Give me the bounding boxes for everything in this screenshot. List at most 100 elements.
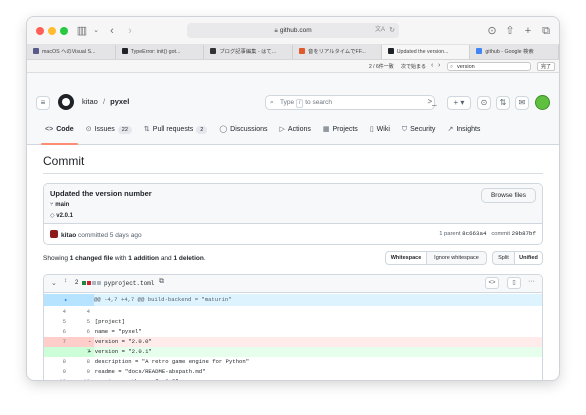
tag-name[interactable]: v2.0.1 xyxy=(56,213,73,219)
tab-discussions[interactable]: ◯ Discussions xyxy=(213,123,273,145)
author-name[interactable]: kitao xyxy=(61,232,76,239)
browser-tab[interactable]: TypeError: init() got... xyxy=(116,45,205,59)
code-view-icon[interactable]: <> xyxy=(485,277,499,289)
tab-actions[interactable]: ▷ Actions xyxy=(274,123,317,145)
summary-additions: 1 addition xyxy=(128,255,159,262)
translate-icon[interactable]: 文A xyxy=(375,23,385,38)
create-new-button[interactable]: + ▾ xyxy=(447,96,471,110)
split-view-button[interactable]: Split xyxy=(492,251,515,265)
old-line-number[interactable]: 8 xyxy=(44,357,66,367)
github-logo-icon[interactable] xyxy=(58,94,74,110)
new-line-number[interactable]: 6 xyxy=(68,327,90,337)
new-line-number[interactable]: 10 xyxy=(68,377,90,380)
summary-period: . xyxy=(203,255,206,262)
tab-security[interactable]: ⛉ Security xyxy=(396,123,442,145)
tab-label: Projects xyxy=(332,126,358,133)
new-line-number[interactable]: 4 xyxy=(68,307,90,317)
new-tab-icon[interactable]: + xyxy=(521,24,535,38)
find-next-icon[interactable]: › xyxy=(438,62,446,70)
line-number-gutter xyxy=(44,294,94,306)
old-line-number[interactable]: 5 xyxy=(44,317,66,327)
tab-label: Insights xyxy=(456,126,481,133)
browser-tab[interactable]: macOS へのVisual S... xyxy=(27,45,116,59)
tab-issues[interactable]: ⊙ Issues 22 xyxy=(80,123,138,145)
old-line-number[interactable]: 7 xyxy=(44,337,66,347)
diffstat-block xyxy=(92,281,96,285)
code-line: requires-python = ">=3.7" xyxy=(88,377,179,380)
chevron-down-icon[interactable]: ⌄ xyxy=(89,24,103,38)
old-line-number[interactable]: 6 xyxy=(44,327,66,337)
more-options-icon[interactable]: ··· xyxy=(528,278,535,285)
pull-requests-icon[interactable]: ⇅ xyxy=(496,96,510,110)
close-window-button[interactable] xyxy=(36,27,44,35)
browser-tab[interactable]: 音をリアルタイムでFF... xyxy=(293,45,382,59)
actions-icon: ▷ xyxy=(279,126,285,133)
browse-files-button[interactable]: Browse files xyxy=(481,188,536,203)
reload-icon[interactable]: ↻ xyxy=(389,23,395,38)
commit-title: Updated the version number xyxy=(50,189,152,198)
whitespace-button[interactable]: Whitespace xyxy=(385,251,427,265)
tag-icon: ◇ xyxy=(50,213,55,219)
diff-context-line: 55 [project] xyxy=(44,317,542,327)
old-line-number[interactable]: 9 xyxy=(44,367,66,377)
tab-overview-icon[interactable]: ⧉ xyxy=(539,24,553,38)
expand-up-icon[interactable]: ▴ xyxy=(64,295,67,305)
tab-label: Wiki xyxy=(376,126,390,133)
avatar[interactable] xyxy=(535,95,550,110)
branch-name[interactable]: main xyxy=(55,202,69,208)
browser-tab[interactable]: ブログ記事編集 - はて... xyxy=(204,45,294,59)
browser-tab[interactable]: github - Google 検索 xyxy=(470,45,559,59)
forward-arrow-icon[interactable]: › xyxy=(123,24,137,38)
code-line: + version = "2.0.1" xyxy=(88,348,152,355)
chevron-down-icon[interactable]: ⌄ xyxy=(51,279,57,287)
copy-icon[interactable]: ⧉ xyxy=(159,278,164,286)
diff-context-line: 99 readme = "docs/README-abspath.md" xyxy=(44,367,542,377)
tab-pull-requests[interactable]: ⇅ Pull requests 2 xyxy=(138,123,213,145)
file-icon[interactable]: ▯ xyxy=(507,277,521,289)
counter-badge: 22 xyxy=(117,126,132,134)
minimize-window-button[interactable] xyxy=(48,27,56,35)
hamburger-menu-icon[interactable]: ≡ xyxy=(36,96,50,110)
new-line-number[interactable]: 5 xyxy=(68,317,90,327)
expand-all-icon[interactable]: ↕ xyxy=(64,278,67,284)
inbox-icon[interactable]: ✉ xyxy=(515,96,529,110)
repo-name-link[interactable]: pyxel xyxy=(110,97,129,106)
tab-insights[interactable]: ↗ Insights xyxy=(441,123,486,145)
repo-owner-link[interactable]: kitao xyxy=(82,97,98,106)
find-option-dropdown[interactable]: 次で始まる xyxy=(401,63,426,70)
issues-icon[interactable]: ⊙ xyxy=(477,96,491,110)
address-bar[interactable]: 🔒︎ github.com 文A ↻ xyxy=(187,23,399,38)
share-icon[interactable]: ⇧ xyxy=(503,24,517,38)
search-input[interactable]: ⌕ Type / to search xyxy=(265,95,435,110)
tab-projects[interactable]: ▦ Projects xyxy=(317,123,364,145)
parent-sha-link[interactable]: 8c663a4 xyxy=(462,230,486,237)
new-line-number[interactable]: 9 xyxy=(68,367,90,377)
commit-box: Updated the version number ⑂ main ◇ v2.0… xyxy=(43,183,543,245)
changes-count: 2 xyxy=(75,280,79,286)
download-icon[interactable]: ⊙ xyxy=(485,24,499,38)
old-line-number[interactable]: 4 xyxy=(44,307,66,317)
diff-summary: Showing 1 changed file with 1 addition a… xyxy=(43,255,206,262)
plus-icon: + xyxy=(453,98,459,107)
diff-added-line: 7 + version = "2.0.1" xyxy=(44,347,542,357)
command-palette-icon[interactable]: >_ xyxy=(425,96,439,110)
tab-code[interactable]: <> Code xyxy=(39,123,80,145)
back-arrow-icon[interactable]: ‹ xyxy=(105,24,119,38)
new-line-number[interactable]: 8 xyxy=(68,357,90,367)
find-input[interactable]: ⌕ version xyxy=(447,62,531,71)
zoom-window-button[interactable] xyxy=(60,27,68,35)
file-name-link[interactable]: pyproject.toml xyxy=(104,280,154,287)
browser-tab[interactable]: Updated the version... xyxy=(381,45,471,59)
code-line: [project] xyxy=(88,318,125,325)
new-line-number[interactable]: 7 xyxy=(68,347,90,357)
search-placeholder: Type xyxy=(280,99,295,106)
find-done-button[interactable]: 完了 xyxy=(537,62,555,71)
diff-context-line: 66 name = "pyxel" xyxy=(44,327,542,337)
author-avatar[interactable] xyxy=(50,230,58,238)
unified-view-button[interactable]: Unified xyxy=(514,251,543,265)
tab-wiki[interactable]: ▯ Wiki xyxy=(364,123,396,145)
old-line-number[interactable]: 10 xyxy=(44,377,66,380)
ignore-whitespace-button[interactable]: Ignore whitespace xyxy=(426,251,487,265)
sidebar-toggle-icon[interactable]: ▥ xyxy=(75,24,89,38)
hunk-header-text: @@ -4,7 +4,7 @@ build-backend = "maturin… xyxy=(94,296,232,303)
